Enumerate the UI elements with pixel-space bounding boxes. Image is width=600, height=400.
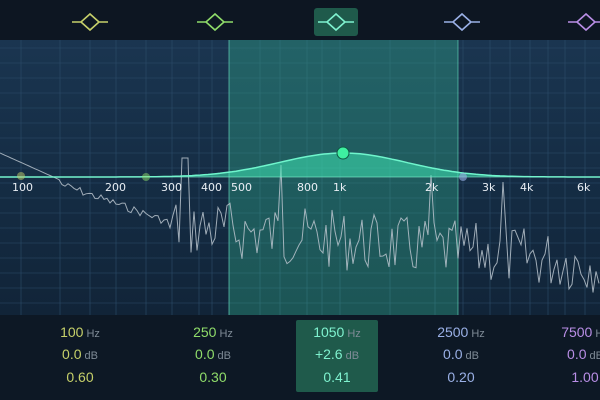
- bell-filter-icon: [568, 12, 600, 32]
- band-1-frequency[interactable]: 100: [60, 324, 83, 340]
- band-4-q[interactable]: 0.20: [447, 369, 474, 385]
- freq-label: 3k: [482, 181, 496, 194]
- band-3-q[interactable]: 0.41: [323, 369, 350, 385]
- gain-unit: dB: [589, 350, 600, 362]
- band-2-handle[interactable]: [142, 173, 150, 181]
- band-3-select-button[interactable]: [314, 8, 358, 36]
- band-4-gain[interactable]: 0.0: [443, 346, 462, 362]
- band-3-frequency[interactable]: 1050: [313, 324, 344, 340]
- band-5-select-button[interactable]: [564, 8, 600, 36]
- frequency-unit: Hz: [471, 328, 485, 340]
- band-5-gain[interactable]: 0.0: [567, 346, 586, 362]
- gain-unit: dB: [217, 350, 231, 362]
- band-1-params: 100 Hz 0.0 dB 0.60: [39, 315, 121, 400]
- bell-filter-icon: [72, 12, 108, 32]
- freq-label: 2k: [425, 181, 439, 194]
- eq-graph-canvas: 100 200 300 400 500 800 1k 2k 3k 4k 6k: [0, 40, 600, 315]
- band-4-handle[interactable]: [459, 173, 467, 181]
- band-5-q[interactable]: 1.00: [571, 369, 598, 385]
- band-1-q[interactable]: 0.60: [66, 369, 93, 385]
- band-5-params: 7500Hz 0.0dB 1.00: [544, 315, 600, 400]
- freq-label: 1k: [333, 181, 347, 194]
- band-3-params: 1050 Hz +2.6 dB 0.41: [296, 315, 378, 400]
- band-parameters-panel: 100 Hz 0.0 dB 0.60 250 Hz 0.0 dB 0.30 1050 Hz…: [0, 315, 600, 400]
- band-4-params: 2500 Hz 0.0 dB 0.20: [420, 315, 502, 400]
- freq-label: 200: [105, 181, 126, 194]
- band-2-q[interactable]: 0.30: [199, 369, 226, 385]
- bell-filter-icon: [318, 12, 354, 32]
- freq-label: 800: [297, 181, 318, 194]
- frequency-unit: Hz: [219, 328, 233, 340]
- eq-graph[interactable]: 100 200 300 400 500 800 1k 2k 3k 4k 6k: [0, 40, 600, 315]
- band-3-gain[interactable]: +2.6: [315, 346, 343, 362]
- frequency-unit: Hz: [347, 328, 361, 340]
- band-selector-toolbar: [0, 0, 600, 40]
- gain-unit: dB: [345, 350, 360, 362]
- frequency-unit: Hz: [595, 328, 600, 340]
- band-2-frequency[interactable]: 250: [193, 324, 216, 340]
- freq-label: 6k: [577, 181, 591, 194]
- bell-filter-icon: [197, 12, 233, 32]
- freq-label: 500: [231, 181, 252, 194]
- band-2-gain[interactable]: 0.0: [195, 346, 214, 362]
- gain-unit: dB: [84, 350, 98, 362]
- equalizer-app: 100 200 300 400 500 800 1k 2k 3k 4k 6k 1…: [0, 0, 600, 400]
- band-1-select-button[interactable]: [68, 8, 112, 36]
- band-4-frequency[interactable]: 2500: [437, 324, 468, 340]
- band-2-select-button[interactable]: [193, 8, 237, 36]
- band-1-handle[interactable]: [17, 172, 25, 180]
- band-4-select-button[interactable]: [440, 8, 484, 36]
- band-2-params: 250 Hz 0.0 dB 0.30: [172, 315, 254, 400]
- freq-label: 4k: [520, 181, 534, 194]
- gain-unit: dB: [465, 350, 479, 362]
- frequency-unit: Hz: [86, 328, 100, 340]
- freq-label: 400: [201, 181, 222, 194]
- bell-filter-icon: [444, 12, 480, 32]
- band-3-handle[interactable]: [336, 146, 350, 160]
- freq-label: 100: [12, 181, 33, 194]
- band-5-frequency[interactable]: 7500: [561, 324, 592, 340]
- freq-label: 300: [161, 181, 182, 194]
- band-1-gain[interactable]: 0.0: [62, 346, 81, 362]
